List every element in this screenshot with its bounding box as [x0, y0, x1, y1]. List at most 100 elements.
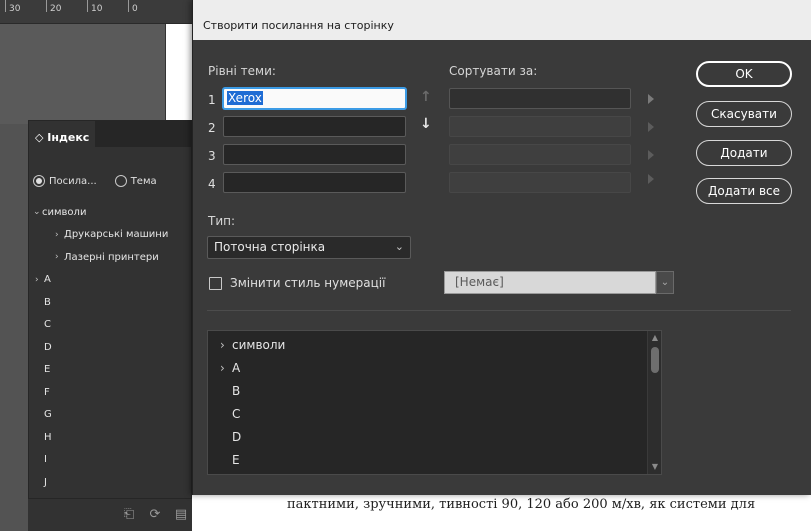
- list-item-label: D: [44, 341, 52, 353]
- chevron-right-icon: ›: [55, 252, 59, 263]
- sort-by-level-4[interactable]: [449, 172, 631, 193]
- list-item[interactable]: › символи: [220, 338, 285, 352]
- list-item[interactable]: F: [29, 381, 191, 404]
- document-text: пактними, зручними, тивності 90, 120 або…: [287, 497, 756, 512]
- list-item[interactable]: › A: [29, 269, 191, 292]
- topic-level-1-input[interactable]: Xerox: [223, 88, 406, 109]
- radio-topic[interactable]: Тема: [114, 175, 157, 187]
- list-item-label: D: [232, 430, 242, 444]
- list-item-label: C: [44, 319, 51, 331]
- list-item-label: C: [232, 407, 241, 421]
- sort-by-level-2[interactable]: [449, 116, 631, 137]
- list-item-label: F: [44, 386, 50, 398]
- list-item-label: H: [44, 431, 52, 443]
- chevron-down-icon: ⌄: [656, 271, 674, 294]
- radio-unchecked-icon: [114, 175, 127, 187]
- sort-by-level-1[interactable]: [449, 88, 631, 109]
- list-item[interactable]: E: [29, 359, 191, 382]
- type-dropdown[interactable]: Поточна сторінка ⌄: [207, 236, 411, 259]
- list-item[interactable]: › Лазерні принтери: [29, 246, 191, 269]
- play-right-icon[interactable]: [648, 122, 654, 132]
- move-down-arrow-icon[interactable]: ↓: [420, 117, 432, 131]
- list-item[interactable]: I: [29, 449, 191, 472]
- topic-list-scrollbar[interactable]: ▲ ▼: [647, 331, 661, 474]
- list-item-label: A: [44, 274, 51, 286]
- list-item[interactable]: D: [220, 430, 241, 444]
- list-item[interactable]: D: [29, 336, 191, 359]
- list-item[interactable]: ⌄ символи: [29, 201, 191, 224]
- sort-by-level-3[interactable]: [449, 144, 631, 165]
- scroll-up-icon[interactable]: ▲: [648, 332, 662, 344]
- chevron-right-icon: ›: [55, 229, 59, 240]
- chevron-down-icon: ⌄: [33, 207, 41, 218]
- list-item-label: B: [44, 296, 51, 308]
- list-item[interactable]: C: [220, 407, 240, 421]
- ruler-tick: [46, 0, 47, 12]
- list-item-label: символи: [232, 338, 286, 352]
- list-item-label: J: [44, 476, 47, 488]
- topic-level-3-input[interactable]: [223, 144, 406, 165]
- change-numbering-checkbox-row[interactable]: Змінити стиль нумерації: [209, 276, 385, 290]
- topic-level-4-input[interactable]: [223, 172, 406, 193]
- pasteboard: [0, 24, 192, 124]
- radio-references-label: Посила...: [49, 175, 97, 187]
- ruler-tick: [87, 0, 88, 12]
- new-page-reference-dialog: Створити посилання на сторінку Рівні тем…: [192, 0, 811, 495]
- list-item[interactable]: J: [29, 471, 191, 494]
- level-number: 3: [208, 149, 216, 163]
- chevron-right-icon: ›: [220, 338, 225, 352]
- list-item[interactable]: › Друкарські машини: [29, 224, 191, 247]
- level-number: 2: [208, 121, 216, 135]
- ruler-label: 0: [132, 4, 138, 14]
- list-item[interactable]: G: [29, 404, 191, 427]
- scroll-thumb[interactable]: [651, 347, 659, 373]
- list-item-label: символи: [42, 206, 87, 218]
- list-item[interactable]: B: [220, 384, 240, 398]
- list-item-label: E: [232, 453, 240, 467]
- list-item[interactable]: C: [29, 314, 191, 337]
- ruler-label: 10: [91, 4, 103, 14]
- refresh-icon[interactable]: ⟳: [146, 507, 164, 523]
- selected-text: Xerox: [227, 91, 263, 105]
- list-item-label: E: [44, 364, 51, 376]
- dialog-titlebar: Створити посилання на сторінку: [193, 0, 811, 40]
- generate-index-icon[interactable]: ▤: [172, 507, 190, 523]
- level-number: 4: [208, 177, 216, 191]
- play-right-icon[interactable]: [648, 150, 654, 160]
- ok-button[interactable]: OK: [696, 61, 792, 87]
- list-item[interactable]: B: [29, 291, 191, 314]
- numbering-style-dropdown: [Немає] ⌄: [444, 271, 674, 294]
- document-page-edge: [165, 24, 193, 124]
- topic-levels-label: Рівні теми:: [208, 64, 276, 78]
- level-number: 1: [208, 93, 216, 107]
- cancel-button[interactable]: Скасувати: [696, 101, 792, 127]
- chevron-down-icon: ⌄: [394, 240, 404, 253]
- list-item[interactable]: H: [29, 426, 191, 449]
- list-item-label: G: [44, 409, 52, 421]
- list-item[interactable]: E: [220, 453, 240, 467]
- radio-references[interactable]: Посила...: [33, 175, 97, 187]
- scroll-down-icon[interactable]: ▼: [648, 461, 662, 473]
- topic-level-2-input[interactable]: [223, 116, 406, 137]
- horizontal-ruler: 30 20 10 0: [0, 0, 192, 24]
- add-button[interactable]: Додати: [696, 140, 792, 166]
- goto-entry-icon[interactable]: ⎗: [120, 507, 138, 523]
- dialog-divider: [207, 310, 791, 311]
- list-item-label: I: [44, 454, 47, 466]
- ruler-label: 20: [50, 4, 62, 14]
- checkbox-unchecked-icon[interactable]: [209, 276, 222, 290]
- add-all-button[interactable]: Додати все: [696, 178, 792, 204]
- ruler-label: 30: [9, 4, 21, 14]
- numbering-style-value: [Немає]: [455, 275, 504, 289]
- index-mode-radios: Посила... Тема: [33, 171, 191, 191]
- play-right-icon[interactable]: [648, 94, 654, 104]
- topic-tree-list[interactable]: › символи › A B C D E ▲ ▼: [207, 330, 662, 475]
- index-panel-footer: ⎗ ⟳ ▤ ▭ 🗑: [28, 498, 241, 531]
- tab-index[interactable]: ◇ Індекс: [29, 121, 95, 151]
- move-up-arrow-icon[interactable]: ↑: [420, 90, 432, 104]
- list-item[interactable]: › A: [220, 361, 240, 375]
- play-right-icon[interactable]: [648, 174, 654, 184]
- document-text-frame: пактними, зручними, тивності 90, 120 або…: [192, 495, 811, 531]
- ruler-tick: [5, 0, 6, 12]
- list-item-label: Друкарські машини: [64, 229, 169, 241]
